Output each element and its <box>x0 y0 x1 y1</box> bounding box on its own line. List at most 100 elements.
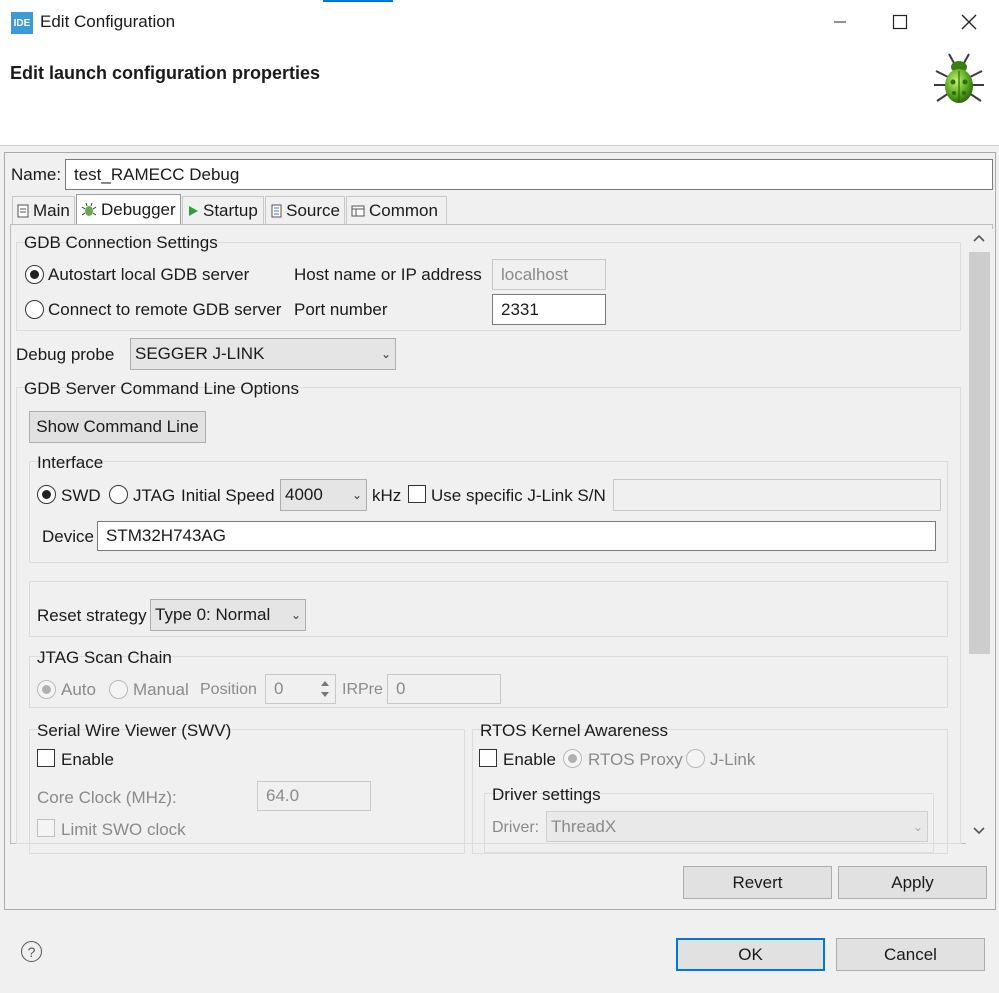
jtag-radio[interactable] <box>109 485 128 504</box>
irpre-field[interactable]: 0 <box>387 674 501 704</box>
chevron-down-icon: ⌄ <box>913 820 923 834</box>
swd-radio[interactable] <box>37 485 56 504</box>
name-label: Name: <box>11 165 61 185</box>
help-icon[interactable]: ? <box>21 941 42 962</box>
jtag-manual-radio[interactable] <box>109 680 128 699</box>
chevron-down-icon: ⌄ <box>381 347 391 361</box>
sn-field[interactable] <box>613 479 941 511</box>
debug-probe-select[interactable]: SEGGER J-LINK ⌄ <box>130 338 396 370</box>
play-icon <box>187 204 199 218</box>
autostart-label: Autostart local GDB server <box>48 265 249 285</box>
initial-speed-label: Initial Speed <box>181 486 275 506</box>
limit-swo-checkbox[interactable] <box>37 819 55 837</box>
rtos-title: RTOS Kernel Awareness <box>480 721 668 741</box>
initial-speed-value: 4000 <box>285 485 323 505</box>
show-command-line-button[interactable]: Show Command Line <box>29 411 206 443</box>
debug-probe-value: SEGGER J-LINK <box>135 344 264 364</box>
name-field[interactable]: test_RAMECC Debug <box>65 159 993 190</box>
tab-source[interactable]: Source <box>265 196 345 224</box>
revert-button[interactable]: Revert <box>683 866 832 899</box>
device-field[interactable]: STM32H743AG <box>97 521 936 551</box>
autostart-radio[interactable] <box>25 265 44 284</box>
driver-select[interactable]: ThreadX ⌄ <box>546 811 928 842</box>
rtos-proxy-radio[interactable] <box>563 749 582 768</box>
interface-title: Interface <box>37 453 103 473</box>
rtos-enable-checkbox[interactable] <box>479 749 497 767</box>
swd-label: SWD <box>61 486 101 506</box>
cancel-button[interactable]: Cancel <box>836 938 985 971</box>
jtag-auto-radio[interactable] <box>37 680 56 699</box>
device-label: Device <box>42 527 94 547</box>
position-value: 0 <box>274 679 283 699</box>
rtos-jlink-label: J-Link <box>710 750 755 770</box>
source-icon <box>270 204 282 218</box>
irpre-label: IRPre <box>342 681 383 699</box>
reset-strategy-select[interactable]: Type 0: Normal ⌄ <box>150 599 306 631</box>
scrollbar-thumb[interactable] <box>969 252 990 654</box>
jtag-auto-label: Auto <box>61 680 96 700</box>
driver-label: Driver: <box>492 819 539 837</box>
driver-value: ThreadX <box>551 817 616 837</box>
ide-logo-icon: IDE <box>11 12 33 34</box>
driver-settings-title: Driver settings <box>492 785 601 805</box>
connect-remote-radio[interactable] <box>25 300 44 319</box>
connect-remote-label: Connect to remote GDB server <box>48 300 281 320</box>
tab-startup-label: Startup <box>203 201 258 221</box>
position-spinner-icon[interactable] <box>318 677 332 701</box>
port-label: Port number <box>294 300 388 320</box>
scroll-down-icon[interactable] <box>972 825 986 837</box>
initial-speed-select[interactable]: 4000 ⌄ <box>280 479 367 511</box>
close-button[interactable] <box>939 0 999 44</box>
minimize-icon <box>833 15 847 29</box>
window-title: Edit Configuration <box>40 12 175 32</box>
chevron-down-icon: ⌄ <box>291 608 301 622</box>
tab-source-label: Source <box>286 201 340 221</box>
reset-strategy-value: Type 0: Normal <box>155 605 270 625</box>
jtag-manual-label: Manual <box>133 680 189 700</box>
chevron-down-icon: ⌄ <box>352 488 362 502</box>
debug-probe-label: Debug probe <box>16 345 114 365</box>
scroll-up-icon[interactable] <box>972 232 986 244</box>
ok-button[interactable]: OK <box>676 938 825 971</box>
dialog-header: Edit launch configuration properties <box>0 44 999 146</box>
tab-startup[interactable]: Startup <box>182 196 264 224</box>
tab-debugger-label: Debugger <box>101 200 176 220</box>
bug-small-icon <box>81 202 97 218</box>
core-clock-label: Core Clock (MHz): <box>37 788 177 808</box>
close-icon <box>961 14 977 30</box>
gdb-connection-title: GDB Connection Settings <box>24 233 218 253</box>
apply-button[interactable]: Apply <box>838 866 987 899</box>
gdb-server-title: GDB Server Command Line Options <box>24 379 299 399</box>
maximize-button[interactable] <box>870 0 930 44</box>
tab-common-label: Common <box>369 201 438 221</box>
tab-common[interactable]: Common <box>346 196 447 224</box>
core-clock-field[interactable]: 64.0 <box>257 781 371 811</box>
swv-title: Serial Wire Viewer (SWV) <box>37 721 231 741</box>
bug-icon <box>928 49 990 111</box>
header-title: Edit launch configuration properties <box>10 63 320 84</box>
position-label: Position <box>200 681 257 699</box>
jtag-chain-title: JTAG Scan Chain <box>37 648 172 668</box>
limit-swo-label: Limit SWO clock <box>61 820 186 840</box>
host-field[interactable]: localhost <box>492 259 606 290</box>
tab-main[interactable]: Main <box>12 196 75 224</box>
host-label: Host name or IP address <box>294 265 482 285</box>
maximize-icon <box>892 14 908 30</box>
common-icon <box>351 204 365 218</box>
khz-label: kHz <box>372 486 401 506</box>
swv-enable-checkbox[interactable] <box>37 749 55 767</box>
title-bar: IDE Edit Configuration <box>0 0 999 44</box>
tab-debugger[interactable]: Debugger <box>76 194 181 224</box>
rtos-jlink-radio[interactable] <box>686 749 705 768</box>
minimize-button[interactable] <box>810 0 870 44</box>
rtos-proxy-label: RTOS Proxy <box>588 750 683 770</box>
tab-main-label: Main <box>33 201 70 221</box>
focus-accent-line <box>323 0 393 2</box>
port-field[interactable]: 2331 <box>492 294 606 325</box>
reset-strategy-label: Reset strategy <box>37 606 147 626</box>
use-sn-checkbox[interactable] <box>408 485 426 503</box>
page-icon <box>17 204 29 218</box>
rtos-enable-label: Enable <box>503 750 556 770</box>
swv-enable-label: Enable <box>61 750 114 770</box>
use-sn-label: Use specific J-Link S/N <box>431 486 606 506</box>
